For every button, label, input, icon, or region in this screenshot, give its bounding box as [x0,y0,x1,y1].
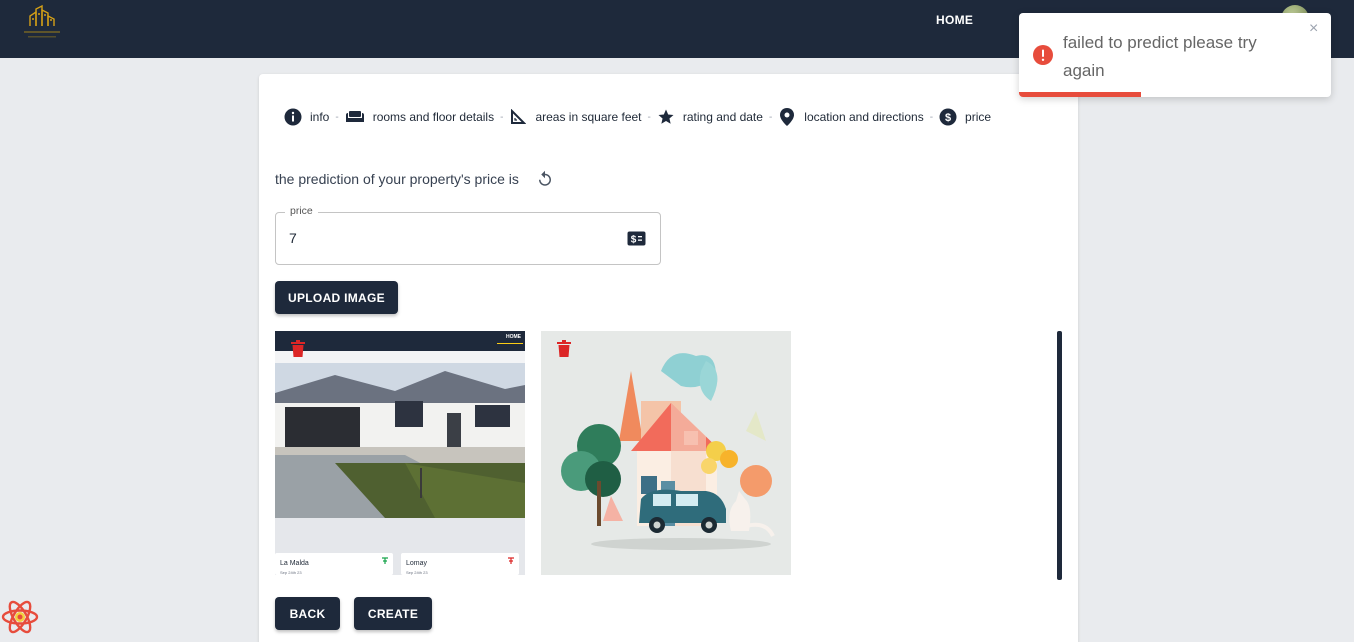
form-stepper: info - rooms and floor details - areas i… [284,107,991,127]
step-location[interactable]: location and directions [778,108,924,126]
uploaded-image-2 [541,331,791,575]
back-button[interactable]: BACK [275,597,340,630]
star-icon [657,108,675,126]
trash-icon[interactable] [291,340,305,357]
step-separator: - [647,111,651,123]
refresh-icon[interactable] [535,169,555,189]
react-icon[interactable] [0,597,40,637]
prediction-row: the prediction of your property's price … [275,169,555,189]
listing-strip: La Malda Sep 24th 23 Lomay Sep 24th 23 [275,518,525,575]
step-separator: - [768,111,773,123]
error-icon [1033,45,1053,65]
price-field-label: price [285,205,318,217]
house-photo [275,363,525,518]
pin-icon [382,557,388,564]
step-separator: - [500,111,504,123]
pin-icon [508,557,514,564]
location-pin-icon [778,108,796,126]
step-rating[interactable]: rating and date [657,108,763,126]
step-label: areas in square feet [535,110,642,124]
error-toast: failed to predict please try again × [1019,13,1331,97]
trash-icon[interactable] [557,340,571,357]
nav-home-link[interactable]: HOME [936,13,973,27]
screenshot-navbar: HOME [275,331,525,351]
set-square-icon [509,108,527,126]
step-rooms[interactable]: rooms and floor details [345,108,494,126]
money-icon: $ [627,231,646,246]
listing-card: Lomay Sep 24th 23 [401,553,519,575]
info-icon [284,108,302,126]
svg-text:$: $ [945,112,951,124]
step-label: rating and date [682,110,763,124]
toast-message: failed to predict please try again [1063,33,1257,80]
step-separator: - [335,111,339,123]
sofa-icon [345,108,365,126]
image-list-scrollbar[interactable] [1057,331,1062,580]
step-label: location and directions [804,110,924,124]
listing-card: La Malda Sep 24th 23 [275,553,393,575]
toast-progress-bar [1019,92,1141,97]
screenshot-home-text: HOME [506,334,521,340]
close-icon[interactable]: × [1309,21,1318,37]
step-info[interactable]: info [284,108,329,126]
company-logo[interactable] [20,4,64,42]
uploaded-image-1: HOME La Malda Sep 24th 23 Lomay Sep 24th… [275,331,525,575]
step-price[interactable]: $ price [939,108,991,126]
step-label: rooms and floor details [372,110,495,124]
step-separator: - [929,111,934,123]
svg-text:$: $ [631,235,637,246]
price-input[interactable] [289,230,609,246]
step-areas[interactable]: areas in square feet [509,108,642,126]
prediction-text: the prediction of your property's price … [275,171,519,187]
dollar-circle-icon: $ [939,108,957,126]
create-button[interactable]: CREATE [354,597,432,630]
price-field[interactable]: price $ [275,205,661,265]
step-label: price [965,110,992,124]
screenshot-home-underline [497,343,523,344]
house-illustration [541,331,791,575]
step-label: info [310,110,330,124]
upload-image-button[interactable]: UPLOAD IMAGE [275,281,398,314]
